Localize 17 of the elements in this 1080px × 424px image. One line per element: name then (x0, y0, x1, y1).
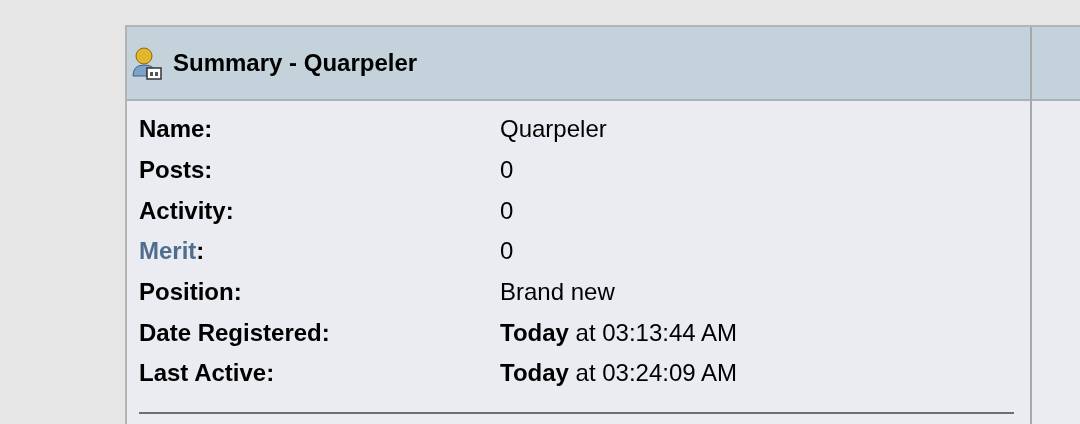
field-value: 0 (500, 237, 514, 266)
field-value: Brand new (500, 278, 615, 307)
field-label: Name: (139, 115, 213, 144)
field-label: Last Active: (139, 359, 275, 388)
field-value: Today at 03:24:09 AM (500, 359, 738, 388)
field-label: Position: (139, 278, 242, 307)
field-label: Activity: (139, 196, 234, 225)
merit-link[interactable]: Merit (139, 237, 197, 265)
field-value: Today at 03:13:44 AM (500, 318, 738, 347)
field-label: Date Registered: (139, 318, 330, 347)
panel-title: Summary - Quarpeler (173, 49, 418, 77)
field-value: Quarpeler (500, 115, 607, 144)
user-card-icon (131, 46, 163, 80)
field-value: 0 (500, 196, 514, 225)
field-label: Posts: (139, 156, 213, 185)
field-label: Merit: (139, 237, 205, 266)
field-value: 0 (500, 156, 514, 185)
